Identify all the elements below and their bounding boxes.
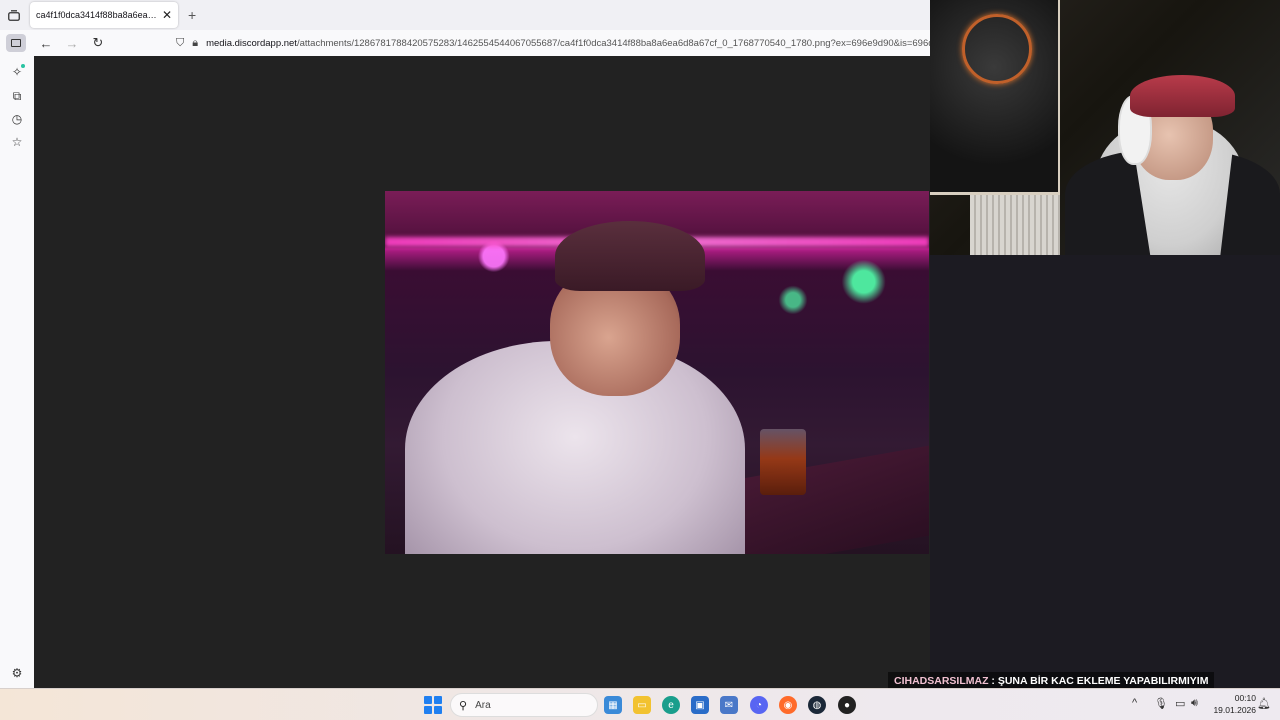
taskbar-clock[interactable]: 00:10 19.01.2026: [1206, 692, 1256, 716]
windows-start-icon[interactable]: [424, 696, 442, 714]
chat-username: CIHADSARSILMAZ: [894, 675, 989, 687]
edge-browser-icon[interactable]: e: [662, 696, 680, 714]
bookmarks-icon[interactable]: ☆: [9, 134, 25, 150]
url-domain: media.discordapp.net: [206, 37, 297, 49]
tapestry-halo: [962, 14, 1032, 84]
browser-tab[interactable]: ca4f1f0dca3414f88ba8a6ea6d8a67cf ✕: [30, 2, 178, 28]
taskbar: ⚲ Ara ▦ ▭ e ▣ ✉ ◔ ◉ ◍ ● ^ 🎙︎ ▭ 🔊︎ 00:10 …: [0, 688, 1280, 720]
notification-dot: [21, 64, 25, 68]
browser-sidebar: ✧ ⧉ ◷ ☆ ⚙: [0, 56, 34, 688]
history-icon[interactable]: ◷: [9, 111, 25, 127]
viewed-image[interactable]: [385, 191, 929, 554]
back-arrow-icon[interactable]: ←: [34, 36, 58, 51]
chat-text: ŞUNA BİR KAC EKLEME YAPABILIRMIYIM: [997, 675, 1209, 687]
close-tab-icon[interactable]: ✕: [162, 8, 172, 22]
search-icon: ⚲: [459, 699, 468, 712]
tray-overflow-icon[interactable]: ^: [1132, 697, 1137, 709]
tab-title: ca4f1f0dca3414f88ba8a6ea6d8a67cf: [36, 10, 158, 20]
person-cap: [555, 221, 705, 291]
mail-app-icon[interactable]: ✉: [720, 696, 738, 714]
tab-overview-icon[interactable]: [0, 0, 28, 30]
volume-icon[interactable]: 🔊︎: [1191, 697, 1198, 710]
synced-tabs-icon[interactable]: ⧉: [9, 88, 25, 104]
wall-tapestry: [930, 0, 1060, 195]
steam-app-icon[interactable]: ◍: [808, 696, 826, 714]
reload-icon[interactable]: ↻: [86, 35, 110, 51]
url-path: /attachments/1286781788420575283/1462554…: [296, 37, 930, 49]
streamer-cap: [1130, 75, 1235, 117]
url-bar[interactable]: ⛉ 🔒︎ media.discordapp.net /attachments/1…: [176, 30, 930, 56]
chat-separator: :: [988, 675, 998, 687]
forward-arrow-icon[interactable]: →: [60, 36, 84, 51]
new-tab-icon[interactable]: +: [188, 7, 196, 23]
drink-glass: [760, 429, 806, 495]
nav-bar: ← → ↻ ⛉ 🔒︎ media.discordapp.net /attachm…: [0, 30, 930, 56]
sidebar-icon: [11, 39, 21, 47]
ai-chat-icon[interactable]: ✧: [9, 64, 25, 80]
sidebar-toggle-button[interactable]: [6, 34, 26, 52]
clock-date: 19.01.2026: [1213, 705, 1256, 715]
webcam-overlay: [930, 0, 1280, 255]
clock-time: 00:10: [1234, 693, 1256, 703]
radiator: [970, 195, 1060, 255]
obs-app-icon[interactable]: ●: [838, 696, 856, 714]
microphone-icon[interactable]: 🎙︎: [1154, 697, 1168, 710]
notification-icon[interactable]: 🔔︎: [1257, 697, 1271, 710]
search-placeholder: Ara: [475, 699, 491, 711]
lock-icon[interactable]: 🔒︎: [192, 37, 198, 50]
network-icon[interactable]: ▭: [1175, 697, 1185, 710]
taskbar-search[interactable]: ⚲ Ara: [450, 693, 598, 717]
firefox-app-icon[interactable]: ◉: [779, 696, 797, 714]
shield-icon[interactable]: ⛉: [176, 37, 184, 50]
widgets-app-icon[interactable]: ▦: [604, 696, 622, 714]
store-app-icon[interactable]: ▣: [691, 696, 709, 714]
discord-app-icon[interactable]: ◔: [750, 696, 768, 714]
file-explorer-icon[interactable]: ▭: [633, 696, 651, 714]
screen: ca4f1f0dca3414f88ba8a6ea6d8a67cf ✕ + ← →…: [0, 0, 1280, 720]
settings-icon[interactable]: ⚙: [9, 665, 25, 681]
tab-bar: ca4f1f0dca3414f88ba8a6ea6d8a67cf ✕ +: [0, 0, 930, 30]
